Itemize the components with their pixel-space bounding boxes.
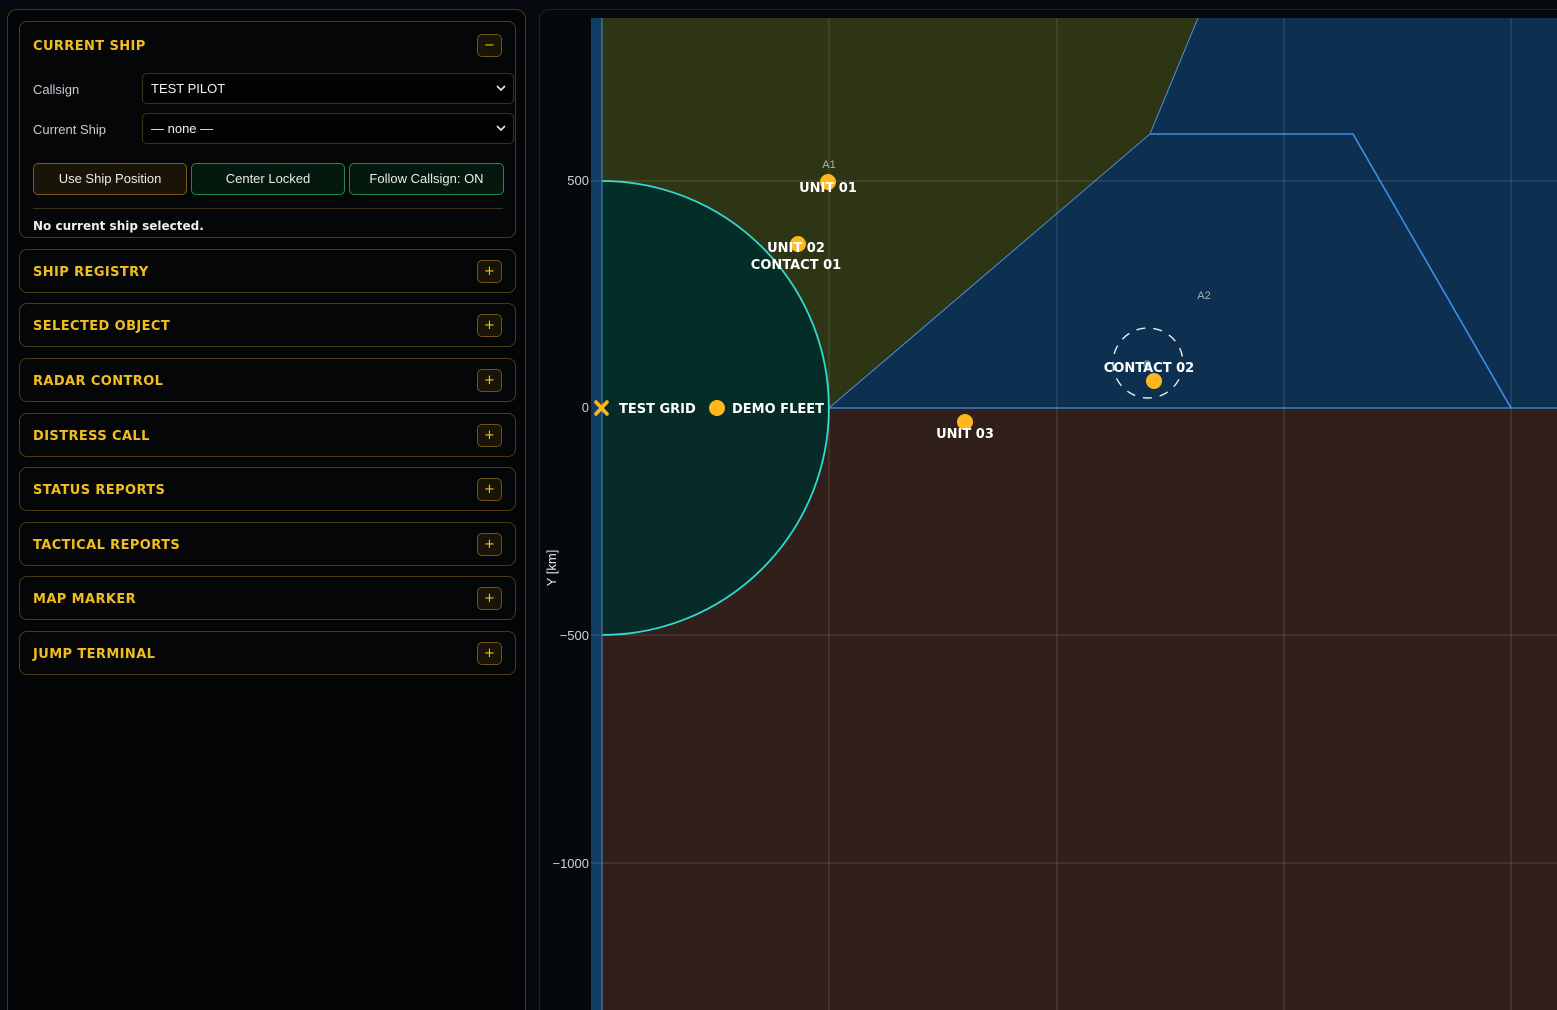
demo-fleet-marker[interactable] <box>709 400 725 416</box>
y-tick-label: −500 <box>560 628 589 643</box>
y-tick-label: 500 <box>567 173 589 188</box>
y-tick-label: 0 <box>582 400 589 415</box>
unit-01-label: UNIT 01 <box>799 181 857 196</box>
demo-fleet-label: DEMO FLEET <box>732 402 824 417</box>
zone-a2-label: A2 <box>1197 290 1210 302</box>
app-root: CURRENT SHIP − Callsign TEST PILOT Curre… <box>0 0 1557 1010</box>
contact-02-label: CONTACT 02 <box>1104 361 1194 376</box>
test-grid-label: TEST GRID <box>619 402 696 417</box>
contact-01-label: CONTACT 01 <box>751 258 841 273</box>
unit-02-label: UNIT 02 <box>767 241 825 256</box>
zone-west-strip <box>591 18 602 1010</box>
y-tick-label: −1000 <box>552 856 589 871</box>
unit-03-label: UNIT 03 <box>936 427 994 442</box>
radar-map[interactable]: 500 0 −500 −1000 Y [km] A1 A2 UNIT 01 UN… <box>0 0 1557 1010</box>
zone-a1-label: A1 <box>822 159 835 171</box>
y-axis-title: Y [km] <box>544 550 559 587</box>
